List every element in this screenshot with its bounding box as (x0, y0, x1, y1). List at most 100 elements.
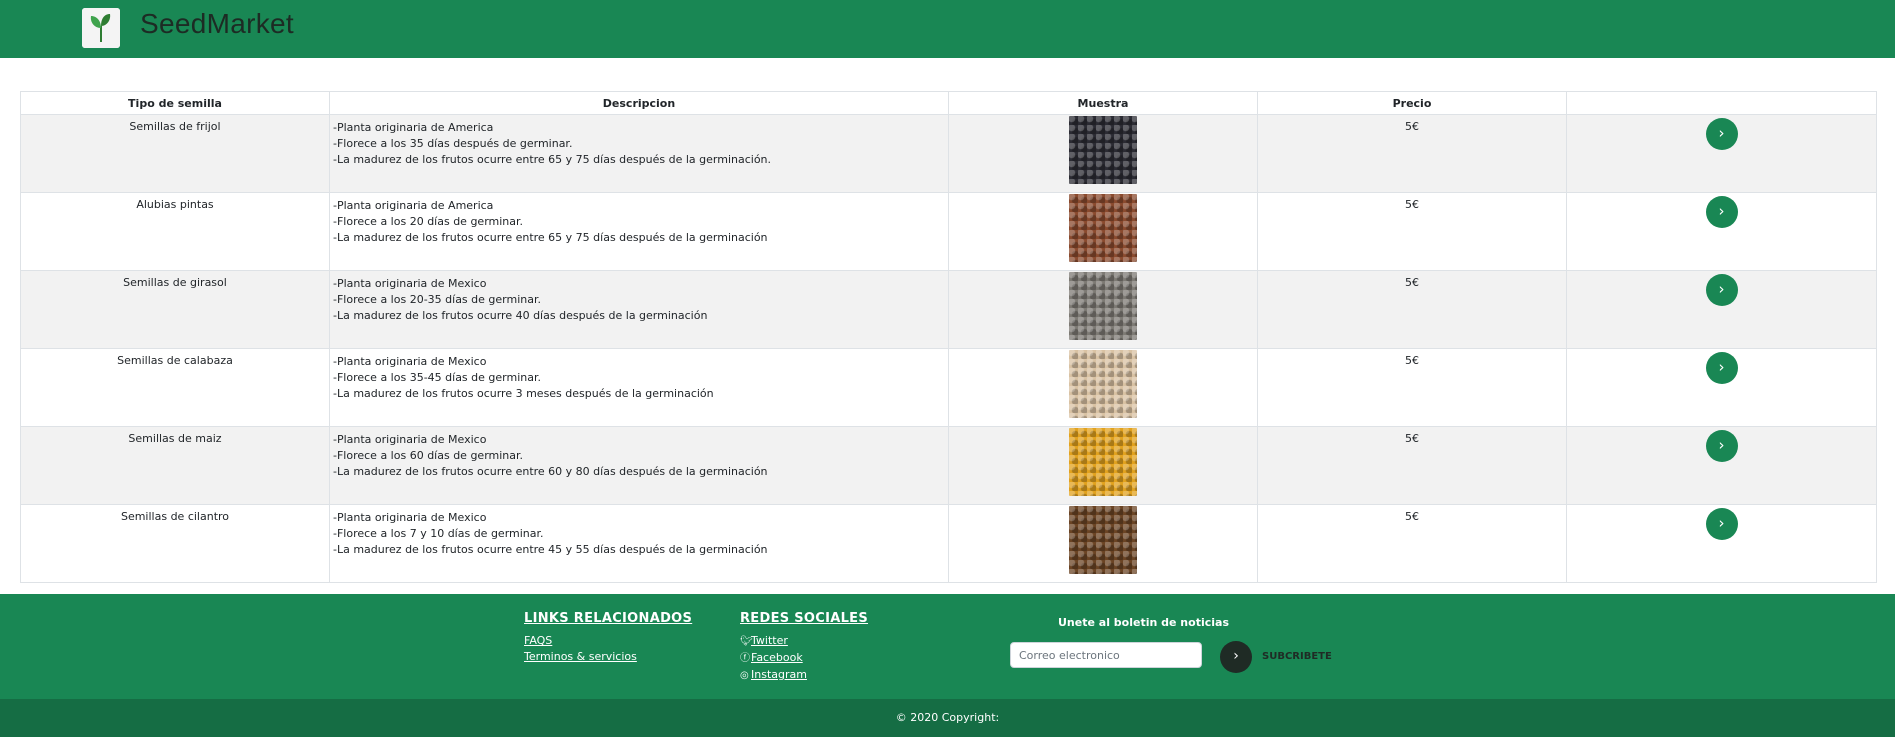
description-line: -Planta originaria de Mexico (333, 355, 487, 368)
table-row: Semillas de maiz -Planta originaria de Me… (20, 426, 1877, 505)
description-line: -La madurez de los frutos ocurre entre 6… (333, 153, 772, 166)
chevron-right-icon: › (1718, 436, 1725, 454)
description-line: -Planta originaria de America (333, 199, 494, 212)
sample-cell (948, 114, 1258, 193)
description-cell: -Planta originaria de America -Florece a … (329, 192, 949, 271)
action-cell: › (1566, 426, 1877, 505)
description-line: -Florece a los 20-35 días de germinar. (333, 293, 541, 306)
chevron-right-icon: › (1718, 280, 1725, 298)
footer: LINKS RELACIONADOS FAQS Terminos & servi… (0, 594, 1895, 699)
view-seed-button[interactable]: › (1705, 196, 1738, 228)
seedling-logo-icon[interactable] (82, 8, 120, 48)
seed-type-cell: Semillas de frijol (20, 114, 330, 193)
description-cell: -Planta originaria de Mexico -Florece a l… (329, 504, 949, 583)
copyright-text: © 2020 Copyright: (895, 711, 1000, 724)
seed-sample-image (1069, 428, 1137, 496)
seed-sample-image (1069, 272, 1137, 340)
view-seed-button[interactable]: › (1705, 430, 1738, 462)
view-seed-button[interactable]: › (1705, 508, 1738, 540)
subscribe-label: SUBCRIBETE (1262, 651, 1332, 662)
sample-cell (948, 192, 1258, 271)
action-cell: › (1566, 114, 1877, 193)
description-line: -Planta originaria de America (333, 121, 494, 134)
action-cell: › (1566, 504, 1877, 583)
seed-type-cell: Semillas de calabaza (20, 348, 330, 427)
instagram-link[interactable]: ◎ Instagram (740, 667, 868, 684)
description-line: -Planta originaria de Mexico (333, 277, 487, 290)
chevron-right-icon: › (1718, 202, 1725, 220)
instagram-label: Instagram (751, 668, 807, 681)
seed-type-cell: Semillas de cilantro (20, 504, 330, 583)
newsletter-title: Unete al boletin de noticias (1058, 616, 1229, 629)
price-cell: 5€ (1257, 348, 1567, 427)
action-cell: › (1566, 270, 1877, 349)
view-seed-button[interactable]: › (1705, 274, 1738, 306)
top-navbar: SeedMarket (0, 0, 1895, 58)
sample-cell (948, 426, 1258, 505)
sample-cell (948, 348, 1258, 427)
column-header-action (1566, 91, 1877, 115)
newsletter-email-input[interactable] (1010, 642, 1202, 668)
copyright-bar: © 2020 Copyright: (0, 699, 1895, 737)
table-row: Semillas de frijol -Planta originaria de … (20, 114, 1877, 193)
facebook-label: Facebook (751, 651, 803, 664)
chevron-right-icon: › (1233, 648, 1239, 664)
twitter-icon: 🐦︎ (740, 636, 753, 647)
sample-cell (948, 504, 1258, 583)
column-header-description: Descripcion (329, 91, 949, 115)
description-cell: -Planta originaria de America -Florece a … (329, 114, 949, 193)
faqs-link[interactable]: FAQS (524, 633, 692, 649)
seed-sample-image (1069, 350, 1137, 418)
action-cell: › (1566, 192, 1877, 271)
description-line: -La madurez de los frutos ocurre entre 6… (333, 465, 768, 478)
price-cell: 5€ (1257, 114, 1567, 193)
instagram-icon: ◎ (740, 670, 749, 681)
subscribe-button[interactable]: › (1220, 641, 1252, 673)
sample-cell (948, 270, 1258, 349)
seed-type-cell: Semillas de maiz (20, 426, 330, 505)
table-header-row: Tipo de semilla Descripcion Muestra Prec… (20, 91, 1877, 115)
description-line: -Florece a los 35 días después de germin… (333, 137, 573, 150)
seed-sample-image (1069, 506, 1137, 574)
seed-type-cell: Alubias pintas (20, 192, 330, 271)
description-line: -La madurez de los frutos ocurre entre 4… (333, 543, 768, 556)
view-seed-button[interactable]: › (1705, 118, 1738, 150)
description-cell: -Planta originaria de Mexico -Florece a l… (329, 270, 949, 349)
price-cell: 5€ (1257, 192, 1567, 271)
footer-links-title: LINKS RELACIONADOS (524, 611, 693, 626)
table-row: Alubias pintas -Planta originaria de Amer… (20, 192, 1877, 271)
chevron-right-icon: › (1718, 514, 1725, 532)
column-header-sample: Muestra (948, 91, 1258, 115)
description-cell: -Planta originaria de Mexico -Florece a l… (329, 426, 949, 505)
description-line: -Florece a los 20 días de germinar. (333, 215, 524, 228)
action-cell: › (1566, 348, 1877, 427)
footer-social-title: REDES SOCIALES (740, 611, 869, 626)
twitter-link[interactable]: 🐦︎Twitter (740, 633, 868, 650)
table-row: Semillas de calabaza -Planta originaria d… (20, 348, 1877, 427)
facebook-icon: ⓕ (740, 653, 750, 664)
seed-sample-image (1069, 116, 1137, 184)
terms-link[interactable]: Terminos & servicios (524, 649, 692, 665)
column-header-type: Tipo de semilla (20, 91, 330, 115)
description-line: -Planta originaria de Mexico (333, 433, 487, 446)
description-line: -La madurez de los frutos ocurre 40 días… (333, 309, 708, 322)
description-line: -Florece a los 60 días de germinar. (333, 449, 524, 462)
footer-social-column: REDES SOCIALES 🐦︎Twitter ⓕFacebook ◎ Inst… (740, 610, 868, 684)
chevron-right-icon: › (1718, 358, 1725, 376)
description-line: -La madurez de los frutos ocurre 3 meses… (333, 387, 714, 400)
seed-type-cell: Semillas de girasol (20, 270, 330, 349)
view-seed-button[interactable]: › (1705, 352, 1738, 384)
footer-links-column: LINKS RELACIONADOS FAQS Terminos & servi… (524, 610, 692, 665)
description-line: -La madurez de los frutos ocurre entre 6… (333, 231, 768, 244)
chevron-right-icon: › (1718, 124, 1725, 142)
price-cell: 5€ (1257, 270, 1567, 349)
facebook-link[interactable]: ⓕFacebook (740, 650, 868, 667)
description-line: -Planta originaria de Mexico (333, 511, 487, 524)
brand-name[interactable]: SeedMarket (140, 6, 294, 42)
table-row: Semillas de girasol -Planta originaria de… (20, 270, 1877, 349)
price-cell: 5€ (1257, 504, 1567, 583)
price-cell: 5€ (1257, 426, 1567, 505)
seed-table: Tipo de semilla Descripcion Muestra Prec… (20, 91, 1877, 583)
description-line: -Florece a los 7 y 10 días de germinar. (333, 527, 544, 540)
description-cell: -Planta originaria de Mexico -Florece a l… (329, 348, 949, 427)
